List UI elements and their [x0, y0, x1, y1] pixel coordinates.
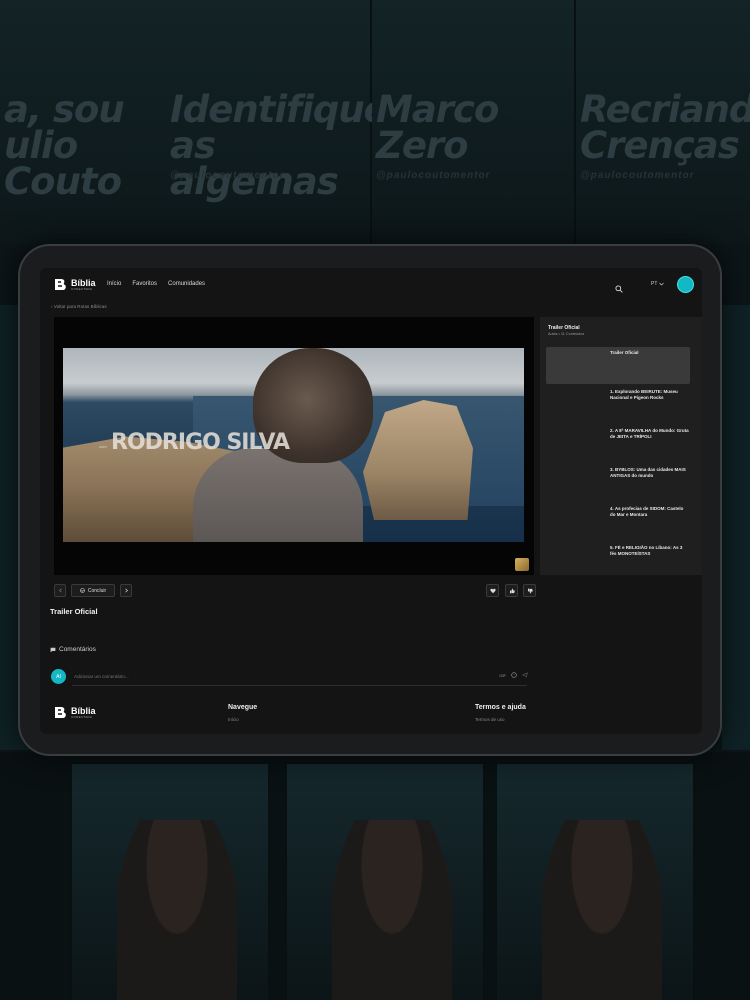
- arrow-left-icon: [58, 588, 62, 593]
- favorite-button[interactable]: [486, 584, 499, 597]
- emoji-icon[interactable]: [511, 672, 517, 678]
- nav-links: Início Favoritos Comunidades: [107, 281, 205, 287]
- check-circle-icon: [80, 588, 85, 593]
- playlist-item[interactable]: 1. Explorando BEIRUTE: Museu Nacional e …: [546, 386, 690, 423]
- comment-avatar: AI: [51, 669, 66, 684]
- nav-link-communities[interactable]: Comunidades: [168, 281, 205, 287]
- video-overlay-name: RODRIGO SILVA: [111, 430, 290, 455]
- comments-heading: Comentários: [50, 646, 96, 653]
- playlist-item[interactable]: Trailer Oficial: [546, 347, 690, 384]
- next-button[interactable]: [120, 584, 132, 597]
- poster-3: Marco Zero @paulocoutomentor: [372, 0, 577, 245]
- logo-icon: [54, 706, 67, 720]
- playlist-item[interactable]: 3. BYBLOS: Uma das cidades MAIS ANTIGAS …: [546, 464, 690, 501]
- previous-button[interactable]: [54, 584, 66, 597]
- footer-link-terms[interactable]: Termos de uso: [475, 717, 526, 722]
- poster-handle: @paulocoutomentor: [170, 170, 285, 181]
- episode-thumbnail: [546, 347, 606, 384]
- user-avatar[interactable]: [677, 276, 694, 293]
- playlist-item[interactable]: 2. A 8ª MARAVILHA do Mundo: Gruta de JEI…: [546, 425, 690, 462]
- bottom-poster-1: [70, 762, 270, 1000]
- tablet-frame: Bíblia CONECTADA Início Favoritos Comuni…: [18, 244, 722, 756]
- like-button[interactable]: [505, 584, 518, 597]
- episode-thumbnail: [546, 425, 606, 462]
- heart-icon: [489, 588, 496, 593]
- poster-handle: @paulocoutomentor: [580, 170, 695, 181]
- comment-composer: AI GIF: [51, 666, 534, 687]
- footer-logo-subtitle: CONECTADA: [71, 715, 93, 719]
- video-player[interactable]: com RODRIGO SILVA: [54, 317, 534, 575]
- episode-title: 3. BYBLOS: Uma das cidades MAIS ANTIGAS …: [610, 467, 686, 478]
- episode-title: 5. FÉ e RELIGIÃO no Líbano: As 3 fés MON…: [610, 545, 683, 556]
- language-label: PT: [651, 281, 658, 287]
- logo-subtitle: CONECTADA: [71, 287, 93, 291]
- search-icon[interactable]: [615, 280, 623, 293]
- back-link[interactable]: ‹ Voltar para Rotas Bíblicas: [51, 304, 107, 309]
- background-posters-bottom: [0, 752, 750, 1000]
- comment-input[interactable]: [72, 667, 527, 686]
- background-strip-right: [722, 305, 750, 750]
- person-silhouette: [117, 820, 237, 1000]
- top-nav: Bíblia CONECTADA Início Favoritos Comuni…: [40, 268, 702, 304]
- logo-icon: [54, 278, 67, 292]
- playlist-item[interactable]: 5. FÉ e RELIGIÃO no Líbano: As 3 fés MON…: [546, 542, 690, 579]
- video-frame[interactable]: com RODRIGO SILVA: [63, 348, 524, 542]
- playlist-panel: Trailer Oficial Aulas • 11 Conteúdos Tra…: [540, 317, 702, 575]
- comments-heading-label: Comentários: [59, 646, 96, 653]
- poster-title: Identifique as algemas: [170, 88, 389, 203]
- gif-button[interactable]: GIF: [499, 673, 506, 678]
- poster-2: Identifique as algemas @paulocoutomentor: [168, 0, 389, 245]
- nav-link-favorites[interactable]: Favoritos: [132, 281, 157, 287]
- footer-terms-heading: Termos e ajuda: [475, 704, 526, 711]
- chevron-down-icon: [659, 282, 665, 286]
- channel-thumbnail[interactable]: [515, 558, 529, 571]
- thumbs-down-icon: [527, 588, 533, 593]
- player-controls: Concluir: [54, 584, 536, 598]
- playlist-item[interactable]: 4. As profecias de SIDOM: Castelo do Mar…: [546, 503, 690, 540]
- poster-title: a, sou ulio Couto: [4, 88, 125, 203]
- video-person-body: [193, 448, 363, 542]
- person-silhouette: [542, 820, 662, 1000]
- language-selector[interactable]: PT: [651, 281, 665, 287]
- nav-link-home[interactable]: Início: [107, 281, 121, 287]
- episode-thumbnail: [546, 464, 606, 501]
- poster-1: a, sou ulio Couto: [0, 0, 195, 245]
- complete-button[interactable]: Concluir: [71, 584, 115, 597]
- send-icon[interactable]: [522, 672, 528, 678]
- episode-title: 1. Explorando BEIRUTE: Museu Nacional e …: [610, 389, 678, 400]
- poster-title: Recriando Crenças: [580, 88, 750, 167]
- poster-4: Recriando Crenças @paulocoutomentor: [576, 0, 750, 245]
- playlist-meta: Aulas • 11 Conteúdos: [548, 332, 585, 336]
- poster-handle: @paulocoutomentor: [376, 170, 491, 181]
- arrow-right-icon: [124, 588, 128, 593]
- poster-title: Marco Zero: [376, 88, 499, 167]
- episode-title: 4. As profecias de SIDOM: Castelo do Mar…: [610, 506, 684, 517]
- complete-label: Concluir: [87, 587, 107, 594]
- footer-nav: Navegue Início: [228, 704, 257, 722]
- video-overlay-prefix: com: [99, 444, 107, 449]
- bottom-poster-3: [495, 762, 695, 1000]
- comment-icon: [50, 647, 56, 652]
- episode-thumbnail: [546, 503, 606, 540]
- background-posters-top: a, sou ulio Couto Identifique as algemas…: [0, 0, 750, 245]
- dislike-button[interactable]: [523, 584, 536, 597]
- logo[interactable]: Bíblia CONECTADA: [54, 278, 96, 292]
- footer-terms: Termos e ajuda Termos de uso: [475, 704, 526, 722]
- episode-thumbnail: [546, 542, 606, 579]
- app-screen: Bíblia CONECTADA Início Favoritos Comuni…: [40, 268, 702, 734]
- footer-nav-heading: Navegue: [228, 704, 258, 711]
- thumbs-up-icon: [509, 588, 515, 593]
- person-silhouette: [332, 820, 452, 1000]
- episode-thumbnail: [546, 386, 606, 423]
- episode-title: 2. A 8ª MARAVILHA do Mundo: Gruta de JEI…: [610, 428, 689, 439]
- comment-actions: GIF: [499, 672, 528, 678]
- footer-link-home[interactable]: Início: [228, 717, 257, 722]
- bottom-poster-2: [285, 762, 485, 1000]
- footer: Bíblia CONECTADA Navegue Início Termos e…: [40, 704, 702, 734]
- video-title: Trailer Oficial: [50, 607, 98, 616]
- playlist-title: Trailer Oficial: [548, 325, 580, 331]
- episode-title: Trailer Oficial: [610, 350, 639, 355]
- footer-logo[interactable]: Bíblia CONECTADA: [54, 706, 96, 720]
